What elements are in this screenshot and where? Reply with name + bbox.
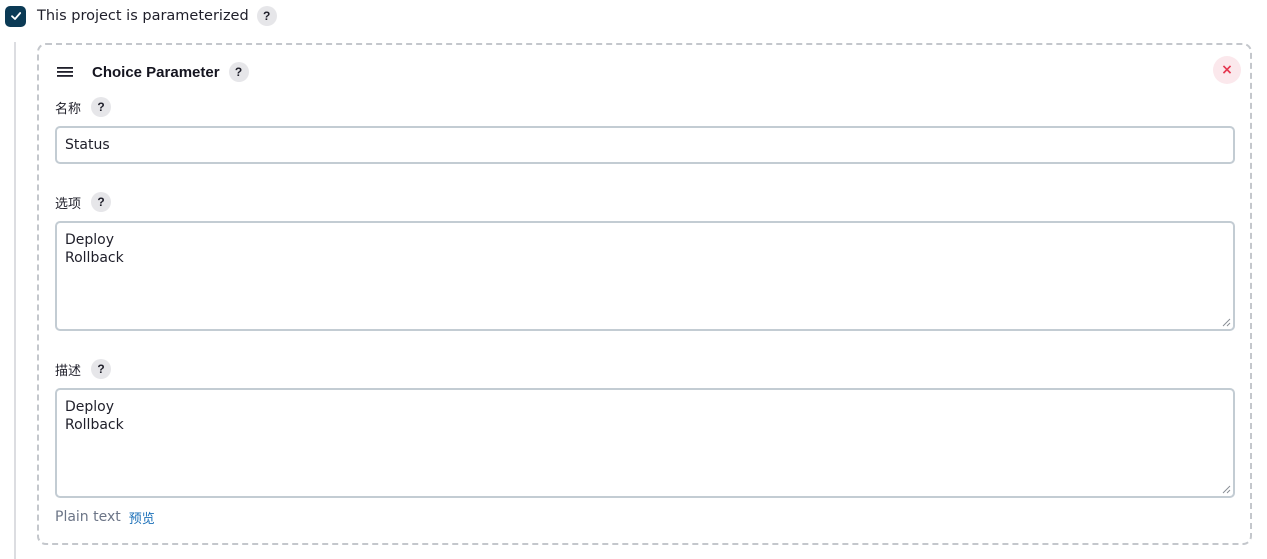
help-icon[interactable]: ? [91, 97, 112, 117]
choices-label: 选项 ? [55, 192, 112, 212]
choices-label-text: 选项 [55, 196, 82, 212]
parameterized-label[interactable]: This project is parameterized [37, 8, 249, 24]
name-input[interactable]: Status [55, 126, 1235, 164]
parameterized-row: This project is parameterized ? [5, 5, 277, 27]
name-label-text: 名称 [55, 101, 82, 117]
choices-line: Rollback [65, 250, 124, 266]
description-line: Rollback [65, 417, 124, 433]
description-line: Deploy [65, 399, 115, 415]
plain-text-label: Plain text [55, 509, 121, 525]
name-input-value: Status [65, 137, 110, 153]
help-icon[interactable]: ? [228, 62, 249, 82]
section-divider [14, 42, 16, 559]
description-textarea[interactable]: Deploy Rollback [55, 388, 1235, 498]
choices-line: Deploy [65, 232, 115, 248]
help-icon[interactable]: ? [91, 192, 112, 212]
card-title: Choice Parameter [92, 63, 220, 81]
choices-textarea[interactable]: Deploy Rollback [55, 221, 1235, 331]
parameterized-checkbox[interactable] [5, 5, 26, 27]
description-footer: Plain text 预览 [55, 507, 155, 527]
choice-parameter-card: Choice Parameter ? × 名称 ? Status 选项 ? De… [37, 43, 1252, 545]
description-label: 描述 ? [55, 359, 112, 379]
resize-grip-icon[interactable] [1222, 318, 1231, 327]
help-icon[interactable]: ? [256, 6, 277, 26]
close-icon[interactable]: × [1213, 56, 1241, 84]
card-header: Choice Parameter ? [56, 62, 249, 82]
drag-handle-icon[interactable] [56, 65, 74, 79]
name-label: 名称 ? [55, 97, 112, 117]
check-icon [10, 12, 21, 20]
description-label-text: 描述 [55, 363, 82, 379]
resize-grip-icon[interactable] [1222, 485, 1231, 494]
preview-link[interactable]: 预览 [129, 508, 155, 527]
help-icon[interactable]: ? [91, 359, 112, 379]
